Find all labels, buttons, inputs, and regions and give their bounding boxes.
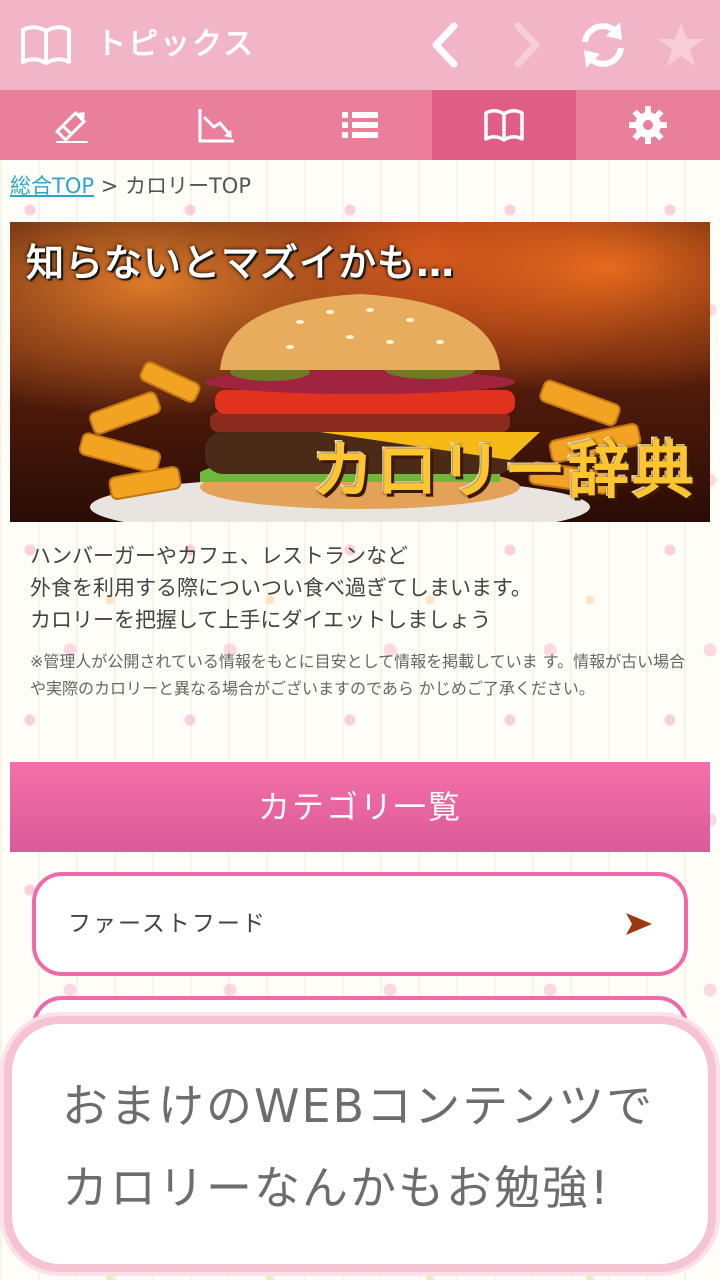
chart-down-icon <box>198 109 234 143</box>
reload-icon[interactable] <box>576 18 630 72</box>
category-item-label: ファーストフード <box>68 911 267 937</box>
intro-line-1: ハンバーガーやカフェ、レストランなど <box>30 544 408 568</box>
star-icon[interactable] <box>654 18 708 72</box>
banner-image[interactable]: 知らないとマズイかも… カロリー辞典 <box>10 222 710 522</box>
tab-chart[interactable] <box>144 90 288 160</box>
breadcrumb: 総合TOP > カロリーTOP <box>10 170 251 202</box>
intro-line-3: カロリーを把握して上手にダイエットしましょう <box>30 608 492 632</box>
intro-text: ハンバーガーやカフェ、レストランなど 外食を利用する際についつい食べ過ぎてしまい… <box>30 540 700 636</box>
top-bar: トピックス <box>0 0 720 90</box>
gear-icon <box>629 106 667 144</box>
promo-line-1: おまけのWEBコンテンツで <box>62 1079 655 1133</box>
breadcrumb-current: カロリーTOP <box>124 174 252 198</box>
book-icon <box>484 109 524 142</box>
category-list-header: カテゴリ一覧 <box>10 762 710 852</box>
tab-bar <box>0 90 720 160</box>
book-icon <box>21 25 71 65</box>
list-icon <box>342 112 378 138</box>
pencil-icon <box>55 110 88 143</box>
chevron-right-icon <box>626 913 652 935</box>
banner-headline: 知らないとマズイかも… <box>26 241 456 285</box>
disclaimer-note: ※管理人が公開されている情報をもとに目安として情報を掲載していま す。情報が古い… <box>30 652 686 698</box>
banner-title: カロリー辞典 <box>311 434 696 507</box>
breadcrumb-home-link[interactable]: 総合TOP <box>10 174 94 198</box>
page-title: トピックス <box>96 27 256 62</box>
forward-icon[interactable] <box>498 18 552 72</box>
breadcrumb-separator: > <box>94 174 125 198</box>
tab-pencil[interactable] <box>0 90 144 160</box>
tab-book[interactable] <box>432 90 576 160</box>
tab-list[interactable] <box>288 90 432 160</box>
tab-settings[interactable] <box>576 90 720 160</box>
intro-line-2: 外食を利用する際についつい食べ過ぎてしまいます。 <box>30 576 532 600</box>
promo-line-2: カロリーなんかもお勉強! <box>62 1161 611 1215</box>
promo-overlay: おまけのWEBコンテンツで カロリーなんかもお勉強! <box>4 1016 716 1272</box>
category-item-fast-food[interactable]: ファーストフード <box>32 872 688 976</box>
back-icon[interactable] <box>420 18 474 72</box>
